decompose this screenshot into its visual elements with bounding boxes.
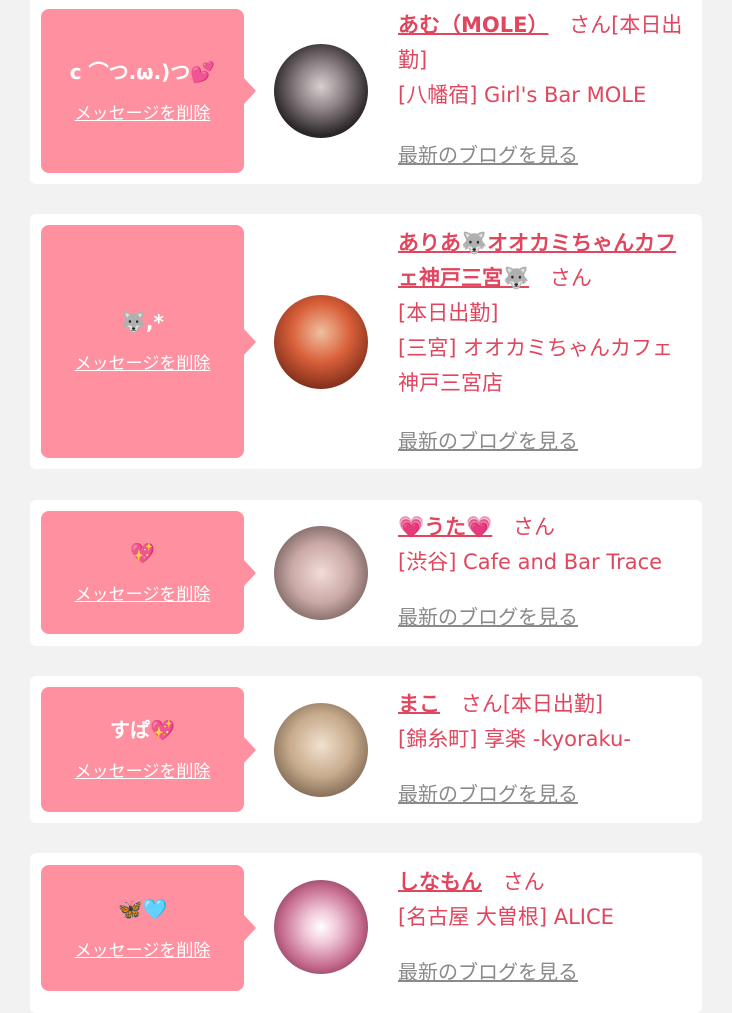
girl-info: 💗うた💗 さん [渋谷] Cafe and Bar Trace (398, 510, 694, 580)
honorific: さん (460, 692, 503, 716)
shop-label: [八幡宿] Girl's Bar MOLE (398, 83, 647, 107)
honorific: さん (512, 515, 555, 539)
girl-name-link[interactable]: あむ（MOLE） (398, 13, 548, 37)
girl-card: 🦋🩵 メッセージを削除 しなもん さん [名古屋 大曽根] ALICE 最新のブ… (30, 853, 702, 1013)
girl-name-link[interactable]: ありあ🐺オオカミちゃんカフェ神戸三宮🐺 (398, 231, 676, 290)
message-text: 💖 (130, 541, 155, 565)
girl-name-link[interactable]: 💗うた💗 (398, 515, 492, 539)
delete-message-link[interactable]: メッセージを削除 (75, 349, 211, 374)
girl-info: まこ さん[本日出勤] [錦糸町] 享楽 -kyoraku- (398, 687, 694, 757)
honorific: さん (549, 266, 592, 290)
avatar[interactable] (274, 526, 368, 620)
shop-label: [錦糸町] 享楽 -kyoraku- (398, 727, 631, 751)
girl-card: 💖 メッセージを削除 💗うた💗 さん [渋谷] Cafe and Bar Tra… (30, 500, 702, 646)
blog-link[interactable]: 最新のブログを見る (398, 425, 578, 454)
honorific: さん (569, 13, 612, 37)
message-bubble: c ⌒つ.ω.)つ💕 メッセージを削除 (41, 9, 256, 173)
delete-message-link[interactable]: メッセージを削除 (75, 757, 211, 782)
girl-name-link[interactable]: まこ (398, 692, 440, 716)
honorific: さん (502, 870, 545, 894)
delete-message-link[interactable]: メッセージを削除 (75, 99, 211, 124)
avatar[interactable] (274, 703, 368, 797)
message-text: 🐺,* (121, 310, 164, 334)
avatar[interactable] (274, 880, 368, 974)
girl-info: しなもん さん [名古屋 大曽根] ALICE (398, 865, 694, 935)
blog-link[interactable]: 最新のブログを見る (398, 778, 578, 807)
delete-message-link[interactable]: メッセージを削除 (75, 580, 211, 605)
girl-name-link[interactable]: しなもん (398, 870, 482, 894)
message-bubble: 🐺,* メッセージを削除 (41, 225, 256, 458)
shop-label: [名古屋 大曽根] ALICE (398, 905, 614, 929)
message-bubble: 🦋🩵 メッセージを削除 (41, 865, 256, 991)
message-text: 🦋🩵 (117, 896, 168, 921)
girl-card: すぱ💖 メッセージを削除 まこ さん[本日出勤] [錦糸町] 享楽 -kyora… (30, 676, 702, 823)
girl-card: c ⌒つ.ω.)つ💕 メッセージを削除 あむ（MOLE） さん[本日出勤] [八… (30, 0, 702, 184)
blog-link[interactable]: 最新のブログを見る (398, 956, 578, 985)
shop-label: [渋谷] Cafe and Bar Trace (398, 550, 663, 574)
status-label: [本日出勤] (398, 301, 499, 325)
blog-link[interactable]: 最新のブログを見る (398, 601, 578, 630)
avatar[interactable] (274, 44, 368, 138)
girl-card: 🐺,* メッセージを削除 ありあ🐺オオカミちゃんカフェ神戸三宮🐺 さん [本日出… (30, 214, 702, 469)
message-text: すぱ💖 (110, 718, 175, 742)
message-text: c ⌒つ.ω.)つ💕 (69, 59, 216, 84)
girl-info: あむ（MOLE） さん[本日出勤] [八幡宿] Girl's Bar MOLE (398, 8, 694, 113)
shop-label: [三宮] オオカミちゃんカフェ神戸三宮店 (398, 336, 674, 395)
status-label: [本日出勤] (502, 692, 604, 716)
blog-link[interactable]: 最新のブログを見る (398, 139, 578, 168)
message-bubble: 💖 メッセージを削除 (41, 511, 256, 634)
message-bubble: すぱ💖 メッセージを削除 (41, 687, 256, 812)
avatar[interactable] (274, 295, 368, 389)
delete-message-link[interactable]: メッセージを削除 (75, 936, 211, 961)
girl-info: ありあ🐺オオカミちゃんカフェ神戸三宮🐺 さん [本日出勤] [三宮] オオカミち… (398, 226, 694, 401)
